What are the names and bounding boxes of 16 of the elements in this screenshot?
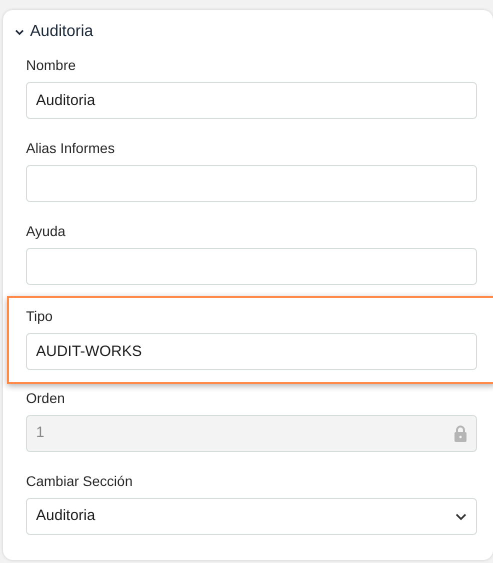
field-label: Orden (26, 389, 66, 408)
input-field[interactable]: Auditoria (26, 82, 477, 119)
field-label: Alias Informes (26, 139, 116, 158)
chevron-down-icon (15, 28, 24, 36)
section-header[interactable]: Auditoria (15, 22, 94, 42)
field-value: 1 (36, 423, 44, 444)
field-label: Ayuda (26, 222, 66, 241)
field-label: Nombre (26, 56, 77, 75)
field-label: Cambiar Sección (26, 472, 134, 491)
input-field[interactable] (26, 248, 477, 285)
field-label: Tipo (26, 307, 54, 326)
input-field[interactable]: AUDIT-WORKS (26, 333, 477, 370)
select-field[interactable]: Auditoria (26, 498, 477, 535)
chevron-down-icon (455, 512, 467, 520)
input-field[interactable] (26, 165, 477, 202)
lock-icon (454, 425, 467, 442)
